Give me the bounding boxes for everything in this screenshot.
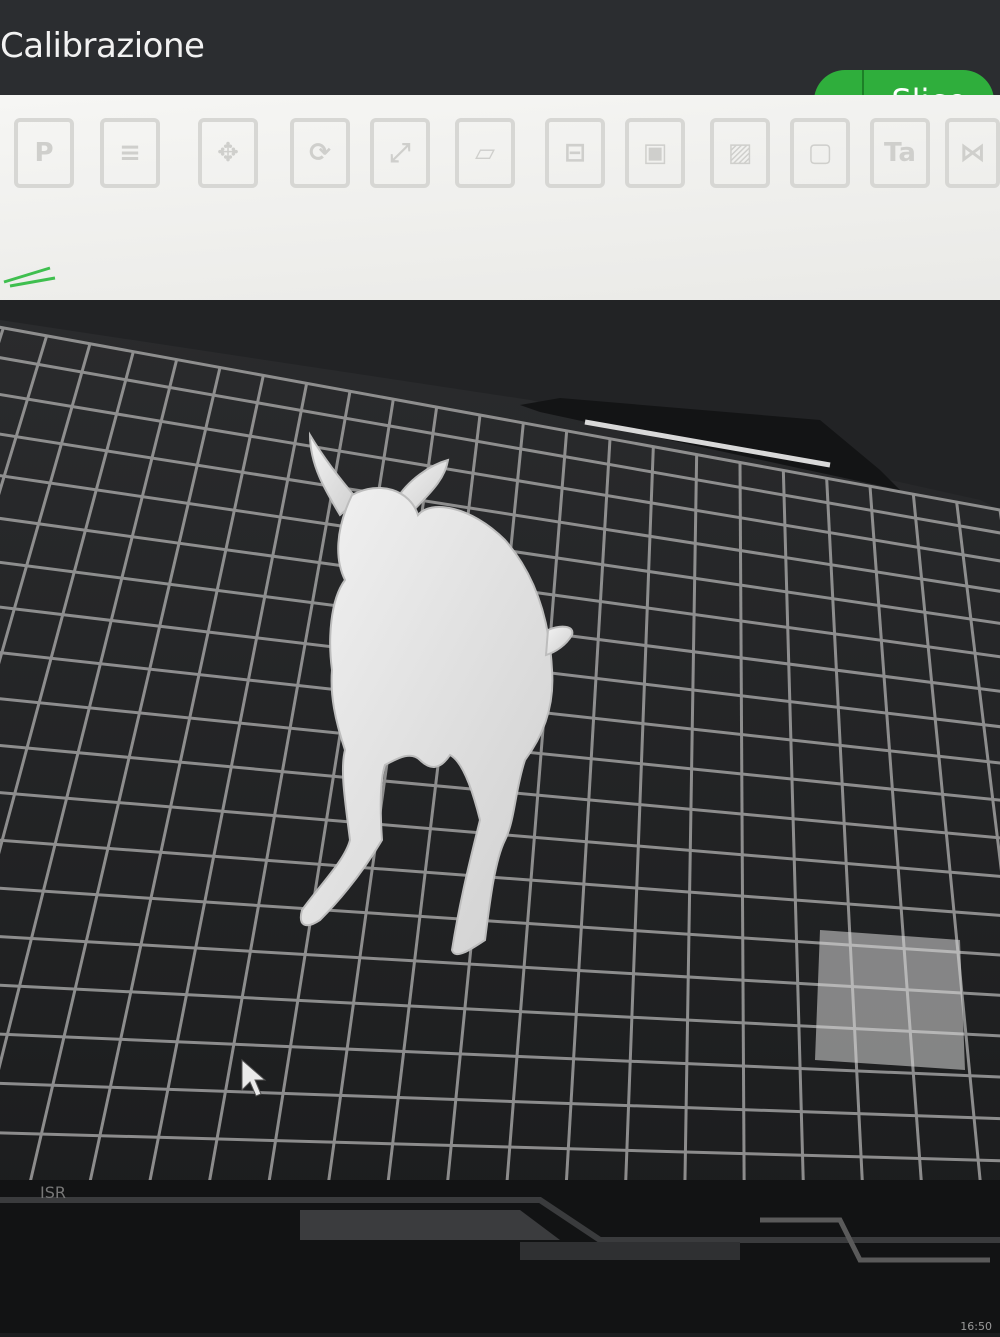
3d-viewport[interactable] bbox=[0, 300, 1000, 1333]
seam-icon[interactable]: ▨ bbox=[710, 118, 770, 188]
bottom-bar bbox=[0, 1180, 1000, 1333]
text-icon[interactable]: Ta bbox=[870, 118, 930, 188]
window-title: Calibrazione bbox=[0, 26, 205, 66]
move-icon[interactable]: ✥ bbox=[198, 118, 258, 188]
lay-on-face-icon[interactable]: ▱ bbox=[455, 118, 515, 188]
cube-icon[interactable]: ▢ bbox=[790, 118, 850, 188]
axis-hint-icon bbox=[3, 266, 56, 288]
rotate-icon[interactable]: ⟳ bbox=[290, 118, 350, 188]
bottom-controls bbox=[0, 1197, 1000, 1263]
system-clock: 16:50 bbox=[960, 1320, 992, 1333]
measure-icon[interactable]: ⋈ bbox=[945, 118, 1000, 188]
title-bar: Calibrazione ⌄ Slice bbox=[0, 0, 1000, 132]
screen-glare bbox=[815, 930, 965, 1070]
scale-icon[interactable]: ⤢ bbox=[370, 118, 430, 188]
plate-icon[interactable]: P bbox=[14, 118, 74, 188]
support-icon[interactable]: ▣ bbox=[625, 118, 685, 188]
layers-icon[interactable]: ≡ bbox=[100, 118, 160, 188]
status-text: ISR bbox=[40, 1183, 66, 1202]
build-plate bbox=[0, 320, 1000, 1333]
cut-icon[interactable]: ⊟ bbox=[545, 118, 605, 188]
